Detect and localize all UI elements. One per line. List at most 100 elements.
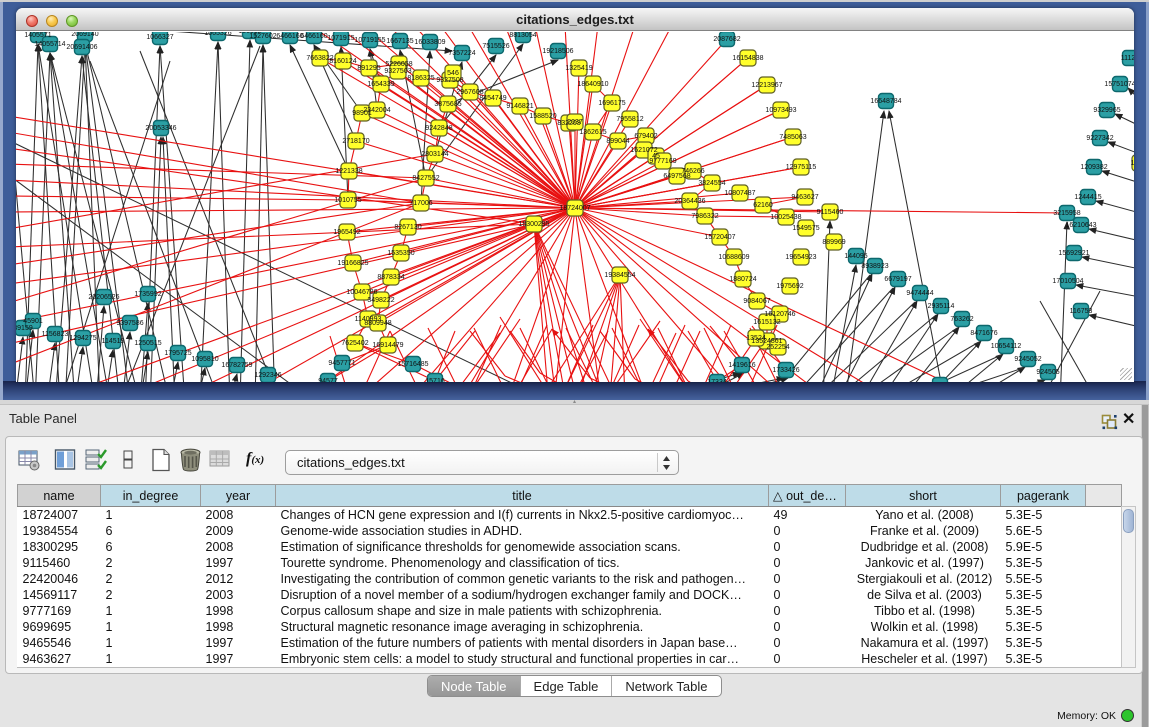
- svg-text:6679197: 6679197: [884, 276, 911, 283]
- svg-text:116753: 116753: [1070, 308, 1093, 315]
- svg-text:20206526: 20206526: [88, 294, 119, 301]
- svg-text:19166825: 19166825: [337, 260, 368, 267]
- svg-text:10025438: 10025438: [770, 214, 801, 221]
- svg-text:9777169: 9777169: [649, 158, 676, 165]
- svg-text:746266: 746266: [681, 168, 704, 175]
- svg-text:20053346: 20053346: [145, 125, 176, 132]
- svg-text:9146821: 9146821: [506, 103, 533, 110]
- svg-text:7357224: 7357224: [448, 50, 475, 57]
- svg-text:7515526: 7515526: [482, 43, 509, 50]
- svg-text:8186325: 8186325: [407, 75, 434, 82]
- svg-text:1615132: 1615132: [753, 319, 780, 326]
- svg-text:8809948: 8809948: [364, 320, 391, 327]
- svg-text:3875685: 3875685: [434, 101, 461, 108]
- svg-text:2069140: 2069140: [71, 32, 98, 38]
- svg-text:7955812: 7955812: [616, 116, 643, 123]
- svg-text:16120746: 16120746: [764, 311, 795, 318]
- svg-text:7485063: 7485063: [779, 134, 806, 141]
- svg-text:15751074: 15751074: [1104, 81, 1134, 88]
- svg-text:10688609: 10688609: [718, 254, 749, 261]
- svg-text:10046786: 10046786: [346, 289, 377, 296]
- svg-text:1250515: 1250515: [134, 340, 161, 347]
- svg-text:9115460: 9115460: [817, 209, 844, 216]
- svg-text:1209382: 1209382: [1080, 164, 1107, 171]
- svg-text:1095810: 1095810: [191, 356, 218, 363]
- svg-text:5226058: 5226058: [385, 61, 412, 68]
- svg-text:6466160: 6466160: [300, 33, 327, 40]
- svg-text:9457771: 9457771: [328, 360, 355, 367]
- svg-text:144095: 144095: [844, 253, 867, 260]
- svg-text:891295: 891295: [357, 65, 380, 72]
- svg-text:1549575: 1549575: [792, 225, 819, 232]
- svg-text:9245052: 9245052: [1014, 356, 1041, 363]
- svg-text:8160124: 8160124: [329, 58, 356, 65]
- svg-text:9327508: 9327508: [436, 77, 463, 84]
- svg-text:8454749: 8454749: [479, 95, 506, 102]
- svg-text:1294275: 1294275: [69, 335, 96, 342]
- svg-text:2342004: 2342004: [363, 107, 390, 114]
- svg-text:763262: 763262: [950, 316, 973, 323]
- svg-text:1419616: 1419616: [728, 362, 755, 369]
- svg-text:19654923: 19654923: [785, 254, 816, 261]
- svg-text:15692921: 15692921: [1058, 250, 1089, 257]
- svg-text:2087682: 2087682: [713, 36, 740, 43]
- svg-text:1667135: 1667135: [386, 38, 413, 45]
- svg-text:18724007: 18724007: [559, 205, 590, 212]
- svg-text:1880724: 1880724: [729, 276, 756, 283]
- svg-text:9397586: 9397586: [116, 320, 143, 327]
- svg-text:16782759: 16782759: [221, 362, 252, 369]
- svg-text:10973493: 10973493: [765, 107, 796, 114]
- svg-text:9242848: 9242848: [425, 125, 452, 132]
- svg-text:9463627: 9463627: [791, 194, 818, 201]
- svg-text:16033809: 16033809: [414, 39, 445, 46]
- svg-text:2718170: 2718170: [342, 138, 369, 145]
- svg-text:20691406: 20691406: [66, 44, 97, 51]
- svg-text:252254: 252254: [766, 344, 789, 351]
- svg-text:15716485: 15716485: [397, 361, 428, 368]
- svg-text:8267130: 8267130: [394, 224, 421, 231]
- svg-text:17334: 17334: [707, 379, 727, 382]
- svg-text:899044: 899044: [606, 138, 629, 145]
- svg-text:10654112: 10654112: [991, 343, 1022, 350]
- svg-text:16210643: 16210643: [1065, 222, 1096, 229]
- svg-text:1735992: 1735992: [134, 291, 161, 298]
- svg-text:19218506: 19218506: [542, 48, 573, 55]
- svg-text:1405571: 1405571: [24, 32, 51, 39]
- svg-text:9227342: 9227342: [1086, 135, 1113, 142]
- svg-text:679402: 679402: [634, 133, 657, 140]
- svg-text:10807487: 10807487: [724, 190, 755, 197]
- svg-text:114519: 114519: [102, 338, 125, 345]
- svg-text:12975115: 12975115: [786, 164, 817, 171]
- svg-text:2037: 2037: [567, 119, 583, 126]
- svg-text:1065326: 1065326: [204, 32, 231, 37]
- svg-text:18640910: 18640910: [577, 81, 608, 88]
- svg-text:15716: 15716: [425, 378, 445, 382]
- svg-text:1325419: 1325419: [565, 65, 592, 72]
- svg-text:9327503: 9327503: [384, 68, 411, 75]
- svg-text:18300295: 18300295: [518, 221, 549, 228]
- svg-text:8878334: 8878334: [377, 274, 404, 281]
- svg-text:1696175: 1696175: [598, 100, 625, 107]
- svg-text:2803144: 2803144: [421, 151, 448, 158]
- svg-text:3215958: 3215958: [1053, 210, 1080, 217]
- svg-text:1010755: 1010755: [334, 197, 361, 204]
- svg-text:8471676: 8471676: [970, 330, 997, 337]
- svg-text:8938923: 8938923: [861, 263, 888, 270]
- svg-text:3498222: 3498222: [367, 297, 394, 304]
- svg-text:3824554: 3824554: [698, 180, 725, 187]
- svg-text:924505: 924505: [1036, 369, 1059, 376]
- svg-text:8813054: 8813054: [509, 32, 536, 39]
- svg-text:39159: 39159: [16, 325, 33, 332]
- svg-text:1244415: 1244415: [1074, 194, 1101, 201]
- svg-text:11325: 11325: [1131, 160, 1134, 167]
- svg-text:12213967: 12213967: [751, 82, 782, 89]
- svg-text:16154838: 16154838: [732, 55, 763, 62]
- svg-text:7625402: 7625402: [341, 340, 368, 347]
- svg-text:1292346: 1292346: [254, 372, 281, 379]
- svg-text:20364436: 20364436: [674, 198, 705, 205]
- svg-text:1975692: 1975692: [776, 283, 803, 290]
- svg-text:1535350: 1535350: [387, 250, 414, 257]
- svg-text:1221338: 1221338: [335, 168, 362, 175]
- svg-text:16914479: 16914479: [372, 342, 403, 349]
- svg-text:1071915: 1071915: [327, 35, 354, 42]
